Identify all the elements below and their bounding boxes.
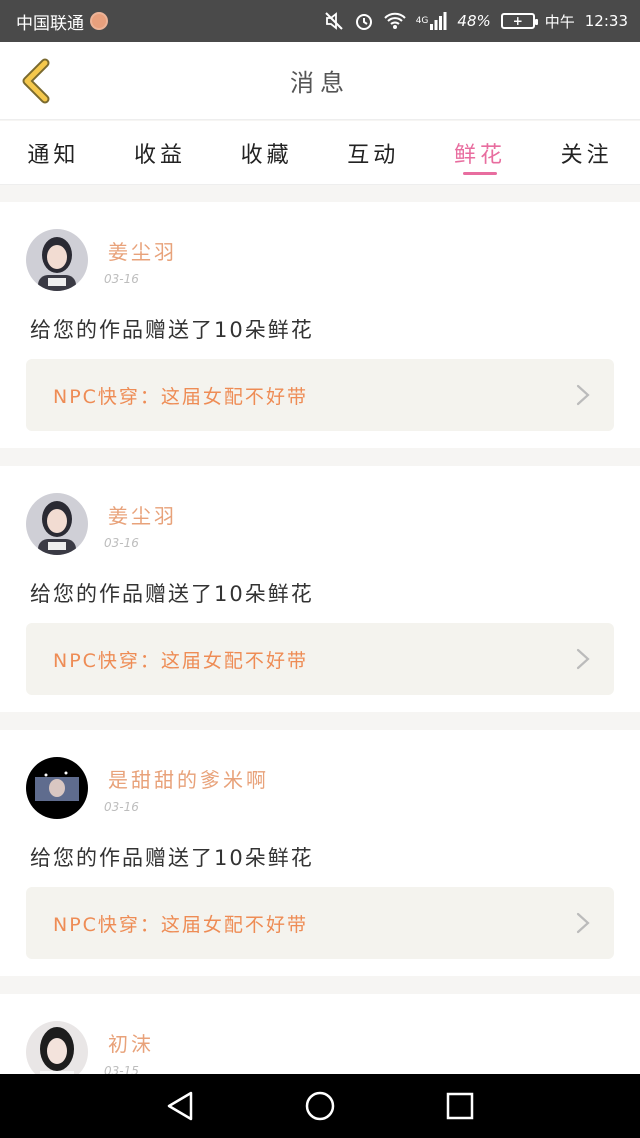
chevron-right-icon xyxy=(576,912,590,934)
timestamp: 03-16 xyxy=(104,536,139,550)
tab-favorites[interactable]: 收藏 xyxy=(241,121,293,185)
gift-message: 给您的作品赠送了10朵鲜花 xyxy=(30,318,314,342)
timestamp: 03-16 xyxy=(104,272,139,286)
chevron-right-icon xyxy=(576,384,590,406)
tab-flowers[interactable]: 鲜花 xyxy=(454,121,506,185)
network-type: 4G xyxy=(415,16,429,26)
signal-icon: 4G xyxy=(416,12,448,30)
time-period: 中午 xyxy=(544,12,575,31)
carrier-name: 中国联通 xyxy=(16,13,84,34)
work-title: NPC快穿：这届女配不好带 xyxy=(53,913,308,936)
back-button[interactable] xyxy=(14,56,58,106)
user-name[interactable]: 初沫 xyxy=(108,1028,154,1057)
tab-interaction[interactable]: 互动 xyxy=(347,121,399,185)
avatar[interactable] xyxy=(26,229,88,291)
work-title: NPC快穿：这届女配不好带 xyxy=(53,385,308,408)
chevron-right-icon xyxy=(576,648,590,670)
avatar[interactable] xyxy=(26,493,88,555)
triangle-back-icon xyxy=(167,1091,193,1121)
notification-list: 姜尘羽 03-16 给您的作品赠送了10朵鲜花 NPC快穿：这届女配不好带 姜尘… xyxy=(0,202,640,1074)
system-nav-bar xyxy=(0,1074,640,1138)
circle-home-icon xyxy=(305,1091,335,1121)
notification-card: 是甜甜的爹米啊 03-16 给您的作品赠送了10朵鲜花 NPC快穿：这届女配不好… xyxy=(0,730,640,976)
work-link[interactable]: NPC快穿：这届女配不好带 xyxy=(26,359,614,431)
gift-message: 给您的作品赠送了10朵鲜花 xyxy=(30,846,314,870)
work-link[interactable]: NPC快穿：这届女配不好带 xyxy=(26,623,614,695)
clock: 12:33 xyxy=(584,12,628,30)
tab-bar: 通知 收益 收藏 互动 鲜花 关注 xyxy=(0,121,640,185)
user-name[interactable]: 姜尘羽 xyxy=(108,236,177,265)
tab-notice[interactable]: 通知 xyxy=(27,121,79,185)
chevron-left-icon xyxy=(22,58,50,104)
avatar[interactable] xyxy=(26,757,88,819)
user-name[interactable]: 姜尘羽 xyxy=(108,500,177,529)
square-recents-icon xyxy=(446,1092,474,1120)
battery-icon: + xyxy=(500,13,538,29)
header: 消息 xyxy=(0,42,640,120)
timestamp: 03-16 xyxy=(104,800,139,814)
tab-earnings[interactable]: 收益 xyxy=(134,121,186,185)
status-bar: 中国联通 4G 48% + 中午 12:33 xyxy=(0,0,640,42)
work-title: NPC快穿：这届女配不好带 xyxy=(53,649,308,672)
gift-message: 给您的作品赠送了10朵鲜花 xyxy=(30,582,314,606)
user-name[interactable]: 是甜甜的爹米啊 xyxy=(108,764,269,793)
notification-card: 初沫 03-15 xyxy=(0,994,640,1074)
mute-icon xyxy=(324,11,344,31)
timestamp: 03-15 xyxy=(104,1064,139,1074)
wifi-icon xyxy=(383,12,406,30)
work-link[interactable]: NPC快穿：这届女配不好带 xyxy=(26,887,614,959)
battery-percent: 48% xyxy=(457,12,491,30)
notification-card: 姜尘羽 03-16 给您的作品赠送了10朵鲜花 NPC快穿：这届女配不好带 xyxy=(0,466,640,712)
page-title: 消息 xyxy=(290,69,350,97)
alarm-icon xyxy=(354,11,374,31)
nav-recents-button[interactable] xyxy=(438,1084,482,1128)
tab-following[interactable]: 关注 xyxy=(561,121,613,185)
notification-card: 姜尘羽 03-16 给您的作品赠送了10朵鲜花 NPC快穿：这届女配不好带 xyxy=(0,202,640,448)
avatar[interactable] xyxy=(26,1021,88,1074)
notification-avatar-icon xyxy=(90,12,108,30)
nav-back-button[interactable] xyxy=(158,1084,202,1128)
nav-home-button[interactable] xyxy=(298,1084,342,1128)
